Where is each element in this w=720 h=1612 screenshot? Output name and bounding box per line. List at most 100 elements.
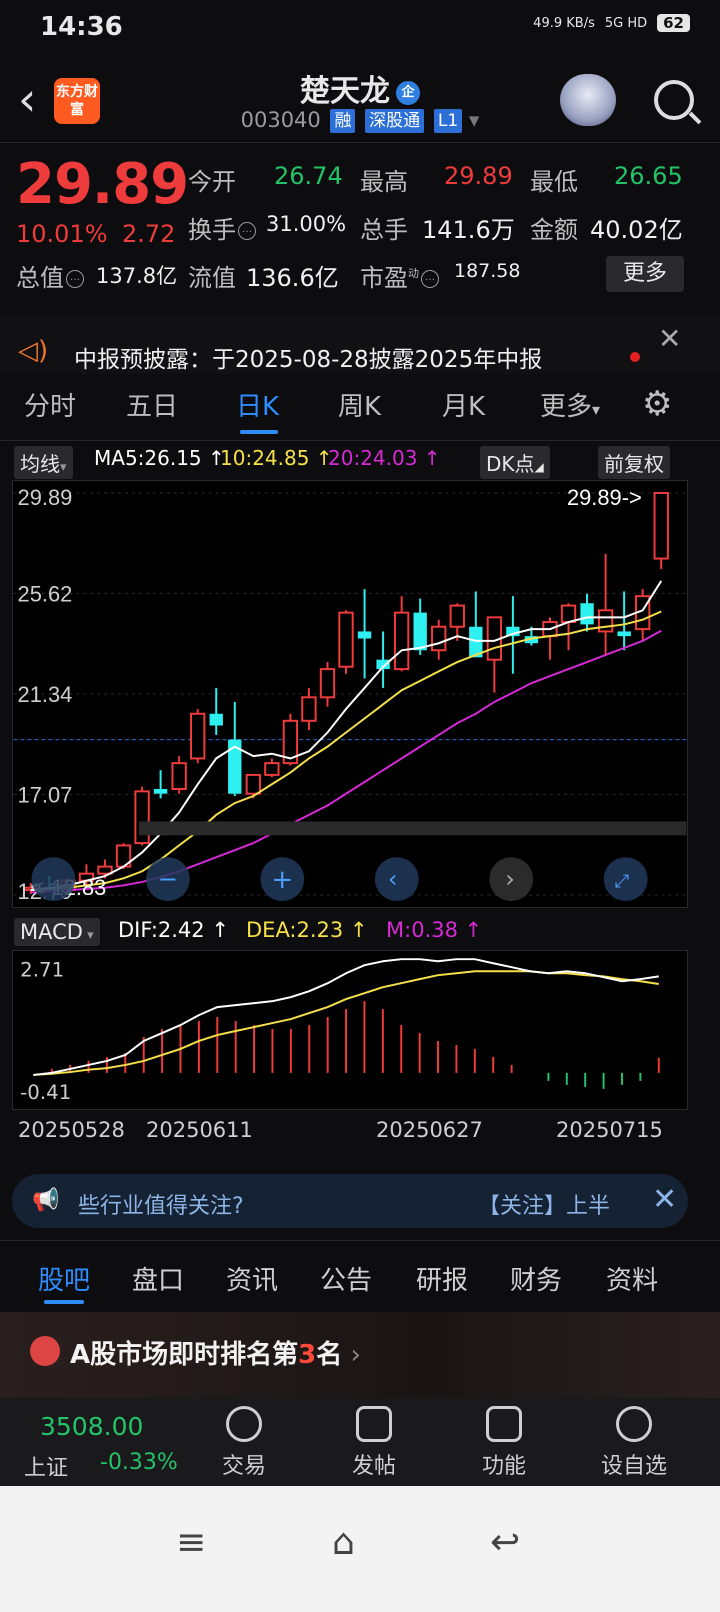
banner-text-right: 【关注】上半: [478, 1194, 611, 1219]
candle: [190, 709, 206, 764]
volume-label: 总手: [360, 216, 408, 244]
divider: [0, 440, 720, 441]
banner-text-left: 些行业值得关注?: [78, 1194, 244, 1219]
speaker-icon: ◁): [18, 336, 49, 366]
pan-left-far-button[interactable]: [31, 857, 76, 902]
tab-order-book[interactable]: 盘口: [132, 1260, 184, 1297]
chevron-down-icon: ▾: [468, 108, 480, 132]
float-value: 136.6亿: [246, 264, 339, 292]
tab-forum[interactable]: 股吧: [38, 1260, 90, 1297]
candle: [653, 491, 669, 570]
back-nav-icon[interactable]: ↩: [490, 1522, 520, 1563]
amount-value: 40.02亿: [590, 216, 683, 244]
info-icon[interactable]: …: [421, 270, 439, 288]
active-tab-underline: [44, 1300, 84, 1304]
candle: [597, 553, 614, 655]
tab-news[interactable]: 资讯: [226, 1260, 278, 1297]
tab-weekly-k[interactable]: 周K: [338, 386, 381, 423]
candle: [560, 603, 577, 651]
y-axis-label: 17.07: [18, 782, 73, 807]
candle: [486, 616, 503, 693]
macd-y-top: 2.71: [20, 959, 64, 982]
tab-monthly-k[interactable]: 月K: [442, 386, 485, 423]
current-price: 29.89: [16, 152, 189, 217]
candle: [134, 786, 150, 846]
notice-bar[interactable]: ◁) 中报预披露：于2025-08-28披露2025年中报: [0, 316, 720, 374]
status-right: 49.9 KB/s 5G HD 62: [533, 14, 690, 32]
tab-intraday[interactable]: 分时: [24, 386, 76, 423]
pe-value: 187.58: [454, 260, 521, 282]
bottom-nav: 3508.00 上证 -0.33% 交易 发帖 功能 设自选: [0, 1398, 720, 1486]
macd-y-bottom: -0.41: [20, 1081, 71, 1104]
close-icon[interactable]: ✕: [658, 322, 681, 355]
promo-banner[interactable]: 📢 些行业值得关注? 【关注】上半 ✕: [12, 1174, 688, 1228]
assistant-robot-icon[interactable]: [560, 74, 616, 126]
macd-chart[interactable]: 2.71 -0.41: [12, 950, 688, 1110]
index-value[interactable]: 3508.00: [40, 1412, 143, 1441]
divider: [0, 142, 720, 143]
tab-more[interactable]: 更多▾: [540, 386, 600, 423]
date-label: 20250611: [146, 1118, 253, 1142]
status-time: 14:36: [40, 12, 123, 42]
candle: [617, 591, 631, 651]
candle: [153, 770, 168, 799]
volume-value: 141.6万: [422, 216, 515, 244]
home-icon[interactable]: ⌂: [332, 1522, 355, 1563]
date-label: 20250715: [556, 1118, 663, 1142]
tab-research[interactable]: 研报: [416, 1260, 468, 1297]
high-label: 最高: [360, 168, 408, 196]
grid-icon: [486, 1406, 522, 1442]
ranking-card[interactable]: A股市场即时排名第3名 ›: [0, 1312, 720, 1398]
gear-icon[interactable]: ⚙: [642, 384, 672, 424]
candlestick-chart[interactable]: 29.8925.6221.3417.0712.79 29.89-> <-12.8…: [12, 480, 688, 908]
amount-label: 金额: [530, 216, 578, 244]
low-label: 最低: [530, 168, 578, 196]
tag-level: L1: [433, 109, 463, 133]
tab-financials[interactable]: 财务: [510, 1260, 562, 1297]
info-icon[interactable]: …: [66, 270, 84, 288]
candle: [542, 617, 558, 660]
unread-dot: [630, 352, 640, 362]
trade-icon: [226, 1406, 262, 1442]
ranking-icon: [30, 1336, 60, 1366]
nav-trade[interactable]: 交易: [204, 1406, 284, 1480]
mktcap-label: 总值…: [16, 258, 86, 293]
plus-icon: +: [271, 865, 293, 895]
tab-five-day[interactable]: 五日: [126, 386, 178, 423]
menu-icon[interactable]: ≡: [176, 1522, 206, 1563]
ma10-value: 10:24.85 ↑: [220, 446, 333, 470]
search-icon[interactable]: [654, 80, 694, 120]
low-value: 26.65: [614, 162, 683, 190]
notice-text: 中报预披露：于2025-08-28披露2025年中报: [74, 347, 543, 373]
macd-dif-value: DIF:2.42 ↑: [118, 918, 229, 942]
active-tab-underline: [240, 430, 278, 434]
nav-post[interactable]: 发帖: [334, 1406, 414, 1480]
tab-announcements[interactable]: 公告: [320, 1260, 372, 1297]
nav-watchlist[interactable]: 设自选: [594, 1406, 674, 1480]
tab-profile[interactable]: 资料: [606, 1260, 658, 1297]
ma-selector[interactable]: 均线▾: [14, 446, 73, 479]
tab-daily-k[interactable]: 日K: [236, 386, 279, 423]
candle: [376, 631, 390, 688]
tag-margin: 融: [330, 109, 356, 133]
close-icon[interactable]: ✕: [652, 1182, 677, 1217]
candle: [393, 596, 410, 672]
max-price-note: 29.89->: [567, 485, 642, 510]
info-icon[interactable]: …: [238, 222, 256, 240]
y-axis-label: 25.62: [18, 581, 73, 606]
y-axis-label: 21.34: [18, 682, 73, 707]
candle: [115, 843, 132, 869]
dk-point-selector[interactable]: DK点◢: [480, 446, 550, 479]
stock-code: 003040: [240, 108, 321, 132]
adjust-selector[interactable]: 前复权: [598, 446, 670, 479]
candle: [319, 662, 336, 707]
float-label: 流值: [188, 264, 236, 292]
index-percent[interactable]: -0.33%: [100, 1450, 178, 1475]
index-name[interactable]: 上证: [24, 1450, 68, 1482]
more-button[interactable]: 更多: [606, 256, 684, 292]
macd-selector[interactable]: MACD ▾: [14, 918, 100, 946]
more-dots-icon: [616, 1406, 652, 1442]
system-nav-bar: ≡ ⌂ ↩: [0, 1486, 720, 1612]
nav-functions[interactable]: 功能: [464, 1406, 544, 1480]
candle: [338, 610, 354, 674]
